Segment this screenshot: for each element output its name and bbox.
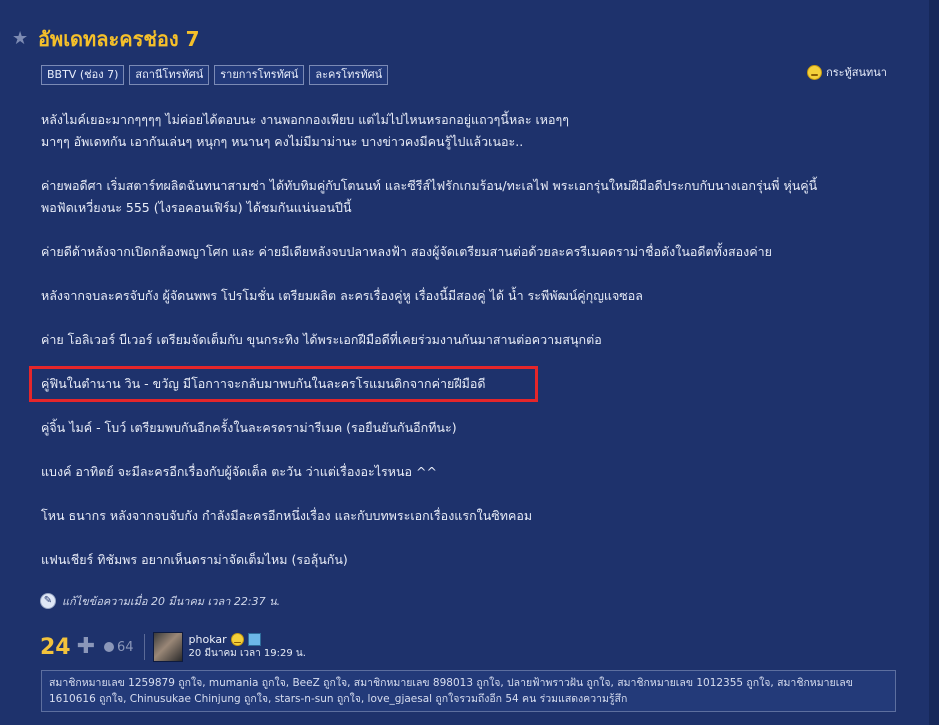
paragraph: โหน ธนากร หลังจากจบจับกัง กำลังมีละครอีก… (41, 505, 901, 527)
emotion-icon (104, 642, 114, 652)
topic-type: กระทู้สนทนา (807, 63, 887, 81)
user-info: phokar 20 มีนาคม เวลา 19:29 น. (189, 633, 306, 661)
tag-bbtv[interactable]: BBTV (ช่อง 7) (41, 65, 125, 85)
paragraph-line: หลังจากจบละครจับกัง ผู้จัดนพพร โปรโมชั่น… (41, 288, 643, 303)
post-container: ★ อัพเดทละครช่อง 7 BBTV (ช่อง 7) สถานีโท… (0, 0, 930, 725)
topic-tags: BBTV (ช่อง 7) สถานีโทรทัศน์ รายการโทรทัศ… (41, 65, 389, 85)
plus-icon[interactable]: ✚ (76, 636, 96, 658)
post-body: หลังไมค์เยอะมากๆๆๆๆ ไม่ค่อยได้ตอบนะ งานพ… (41, 109, 901, 571)
member-badge-icon (247, 633, 261, 646)
likes-list[interactable]: สมาชิกหมายเลข 1259879 ถูกใจ, mumania ถูก… (41, 670, 896, 712)
divider (143, 634, 145, 660)
emotion-count[interactable]: 64 (104, 640, 134, 655)
paragraph-line: คู่จิ้น ไมค์ - โบว์ เตรียมพบกันอีกครั้งใ… (41, 420, 457, 435)
emotion-count-value: 64 (117, 639, 134, 655)
scrollbar[interactable] (929, 0, 939, 725)
paragraph: หลังจากจบละครจับกัง ผู้จัดนพพร โปรโมชั่น… (41, 285, 901, 307)
paragraph-line: ค่ายดีด้าหลังจากเปิดกล้องพญาโศก และ ค่าย… (41, 244, 772, 259)
star-icon[interactable]: ★ (12, 30, 30, 48)
post-footer: 24 ✚ 64 phokar 20 มีนาคม เวลา 19:29 น. (40, 632, 306, 662)
paragraph: แบงค์ อาทิตย์ จะมีละครอีกเรื่องกับผู้จัด… (41, 461, 901, 483)
vote-score: 24 (40, 634, 71, 660)
smile-icon (230, 633, 244, 646)
user-line: phokar (189, 633, 306, 646)
paragraph-line: แฟนเชียร์ ทิชัมพร อยากเห็นดราม่าจัดเต็มไ… (41, 552, 348, 567)
smile-icon (807, 64, 823, 80)
paragraph-line: ค่ายพอดีศา เริ่มสตาร์ทผลิตฉันทนาสามช่า ไ… (41, 178, 818, 193)
edited-text: แก้ไขข้อความเมื่อ 20 มีนาคม เวลา 22:37 น… (62, 595, 281, 608)
edit-icon: ✎ (40, 593, 56, 609)
tag-drama[interactable]: ละครโทรทัศน์ (309, 65, 389, 85)
username-link[interactable]: phokar (189, 633, 227, 646)
paragraph-line: พอฟัดเหวี่ยงนะ 555 (ไงรอคอนเฟิร์ม) ได้ชม… (41, 200, 352, 215)
topic-header: ★ อัพเดทละครช่อง 7 (12, 27, 200, 51)
paragraph: หลังไมค์เยอะมากๆๆๆๆ ไม่ค่อยได้ตอบนะ งานพ… (41, 109, 901, 153)
paragraph-line: หลังไมค์เยอะมากๆๆๆๆ ไม่ค่อยได้ตอบนะ งานพ… (41, 112, 569, 127)
paragraph-line: โหน ธนากร หลังจากจบจับกัง กำลังมีละครอีก… (41, 508, 533, 523)
highlight-box (29, 366, 538, 402)
paragraph-line: ค่าย โอลิเวอร์ บีเวอร์ เตรียมจัดเต็มกับ … (41, 332, 602, 347)
edited-note: ✎ แก้ไขข้อความเมื่อ 20 มีนาคม เวลา 22:37… (40, 592, 280, 610)
paragraph-line: มาๆๆ อัพเดทกัน เอากันเล่นๆ หนุกๆ หนานๆ ค… (41, 134, 524, 149)
tag-station[interactable]: สถานีโทรทัศน์ (129, 65, 210, 85)
paragraph-line: แบงค์ อาทิตย์ จะมีละครอีกเรื่องกับผู้จัด… (41, 464, 437, 479)
avatar[interactable] (152, 632, 183, 662)
topic-title: อัพเดทละครช่อง 7 (38, 27, 200, 51)
post-timestamp: 20 มีนาคม เวลา 19:29 น. (188, 648, 306, 659)
paragraph: แฟนเชียร์ ทิชัมพร อยากเห็นดราม่าจัดเต็มไ… (41, 549, 901, 571)
topic-type-label: กระทู้สนทนา (826, 66, 887, 79)
paragraph: คู่จิ้น ไมค์ - โบว์ เตรียมพบกันอีกครั้งใ… (41, 417, 901, 439)
tag-tv-program[interactable]: รายการโทรทัศน์ (214, 65, 305, 85)
paragraph: ค่าย โอลิเวอร์ บีเวอร์ เตรียมจัดเต็มกับ … (41, 329, 901, 351)
paragraph: ค่ายพอดีศา เริ่มสตาร์ทผลิตฉันทนาสามช่า ไ… (41, 175, 901, 219)
paragraph: ค่ายดีด้าหลังจากเปิดกล้องพญาโศก และ ค่าย… (41, 241, 901, 263)
